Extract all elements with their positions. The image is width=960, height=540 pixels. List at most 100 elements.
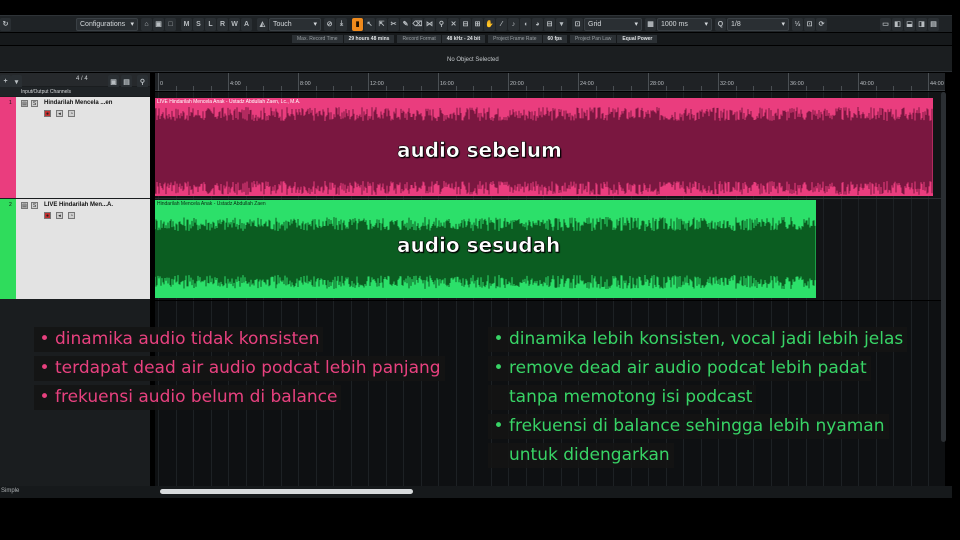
snap-type-dropdown[interactable]: Grid ▾ [584, 17, 642, 31]
glue-icon[interactable]: ⋈ [424, 17, 435, 31]
lower-zone-icon[interactable]: ⬓ [904, 17, 915, 31]
zoom-icon[interactable]: ⚲ [436, 17, 447, 31]
monitor-icon[interactable]: ▤ [21, 100, 28, 107]
speaker-icon[interactable]: ◖ [520, 17, 531, 31]
status-label: Record Format [397, 35, 441, 43]
snap-icon[interactable]: ⊟ [544, 17, 555, 31]
ruler-minor-tick [893, 86, 894, 91]
chevron-down-icon[interactable]: ▾ [556, 17, 567, 31]
range-selection-icon[interactable]: ⇱ [376, 17, 387, 31]
track-audio-before[interactable]: 1 ▤ S Hindarilah Mencela ...en ● ◂ ◔ [0, 97, 150, 198]
ruler-label: 0 [160, 81, 164, 87]
monitor-speaker-icon[interactable]: ◂ [56, 110, 63, 117]
erase-icon[interactable]: ⌫ [412, 17, 423, 31]
toolbar-s-button[interactable]: S [193, 17, 204, 31]
note-text: untuk didengarkan [509, 445, 670, 465]
rack-icon[interactable]: ▤ [928, 17, 939, 31]
io-channels-folder[interactable]: Input/Output Channels [0, 87, 150, 96]
window-icon[interactable]: ▣ [153, 17, 164, 31]
toolbar-w-button[interactable]: W [229, 17, 240, 31]
ruler-label: 24:00 [580, 81, 594, 87]
ruler-label: 32:00 [720, 81, 734, 87]
snap-toggle-icon[interactable]: ⊡ [572, 17, 583, 31]
left-zone-icon[interactable]: ◧ [892, 17, 903, 31]
ruler-minor-tick [700, 86, 702, 91]
ruler-label: 12:00 [370, 81, 384, 87]
ruler-minor-tick [210, 86, 212, 91]
ruler-minor-tick [683, 86, 684, 91]
ruler-minor-tick [823, 86, 824, 91]
comp-icon[interactable]: ⊟ [460, 17, 471, 31]
automation-mode-label: Touch [273, 20, 292, 28]
solo-icon[interactable]: S [31, 100, 38, 107]
note-text: frekuensi audio belum di balance [55, 387, 338, 407]
quantize-icon[interactable]: Q [715, 17, 726, 31]
status-label: Max. Record Time [292, 35, 343, 43]
info-line: No Object Selected [0, 46, 952, 72]
color-palette-icon[interactable]: ◕ [532, 17, 543, 31]
toolbar-a-button[interactable]: A [241, 17, 252, 31]
draw-icon[interactable]: ✎ [400, 17, 411, 31]
note-item: • terdapat dead air audio podcat lebih pa… [34, 356, 445, 381]
loop-icon[interactable]: ↻ [0, 17, 11, 31]
track-list: + ▾ 4 / 4 ▣ ▤ ⚲ Input/Output Channels 1 … [0, 73, 150, 498]
automation-mode-dropdown[interactable]: Touch ▾ [269, 17, 321, 31]
ruler-label: 8:00 [300, 81, 311, 87]
record-enable-button[interactable]: ● [44, 212, 51, 219]
timeline-ruler[interactable]: 0 4:00 8:00 12:00 16:00 20:00 24:00 28:00 32:00 3… [155, 73, 945, 91]
record-enable-button[interactable]: ● [44, 110, 51, 117]
play-tool-icon[interactable]: ♪ [508, 17, 519, 31]
ruler-tick [228, 73, 229, 91]
automation-icon[interactable]: ◭ [257, 17, 268, 31]
horizontal-scrollbar[interactable] [160, 489, 413, 494]
quantize-apply-icon[interactable]: ⅓ [792, 17, 803, 31]
split-icon[interactable]: ✂ [388, 17, 399, 31]
iterative-icon[interactable]: ⊡ [804, 17, 815, 31]
right-zone-icon[interactable]: ◨ [916, 17, 927, 31]
status-value: 48 kHz - 24 bit [441, 35, 486, 43]
event-display[interactable]: LIVE Hindarilah Mencela Anak - Ustadz Ab… [155, 92, 945, 300]
note-item: • frekuensi di balance sehingga lebih nya… [488, 414, 889, 439]
track-list-header: + ▾ 4 / 4 ▣ ▤ ⚲ [0, 73, 150, 88]
track-name: LIVE Hindarilah Men...A. [44, 202, 114, 208]
hand-icon[interactable]: ✋ [484, 17, 495, 31]
toolbar-l-button[interactable]: L [205, 17, 216, 31]
configurations-dropdown[interactable]: Configurations ▾ [76, 17, 138, 31]
auto-scroll-icon[interactable]: ⊘ [324, 17, 335, 31]
monitor-speaker-icon[interactable]: ◂ [56, 212, 63, 219]
ruler-tick [718, 73, 719, 91]
object-selection-icon[interactable]: ↖ [364, 17, 375, 31]
square-icon[interactable]: □ [165, 17, 176, 31]
ruler-label: 4:00 [230, 81, 241, 87]
toolbar-m-button[interactable]: M [181, 17, 192, 31]
monitor-icon[interactable]: ▤ [21, 202, 28, 209]
io-channels-label: Input/Output Channels [21, 89, 72, 95]
clip-overlay-label-after: audio sesudah [397, 233, 561, 258]
read-icon[interactable]: ◔ [68, 110, 75, 117]
reset-icon[interactable]: ⟳ [816, 17, 827, 31]
grid-icon[interactable]: ▦ [645, 17, 656, 31]
ruler-minor-tick [735, 86, 737, 91]
notes-before: • dinamika audio tidak konsisten • terdapat… [34, 327, 445, 414]
vertical-scrollbar[interactable] [941, 92, 946, 442]
quantize-label: 1000 ms [661, 20, 688, 28]
quantize-dropdown[interactable]: 1000 ms ▾ [657, 17, 712, 31]
color-icon[interactable]: ▮ [352, 17, 363, 31]
mute-icon[interactable]: ✕ [448, 17, 459, 31]
home-icon[interactable]: ⌂ [141, 17, 152, 31]
track-audio-after[interactable]: 2 ▤ S LIVE Hindarilah Men...A. ● ◂ ◔ [0, 199, 150, 299]
layout-icon[interactable]: ▭ [880, 17, 891, 31]
preset-label[interactable]: Simple [1, 488, 19, 494]
time-warp-icon[interactable]: ⊞ [472, 17, 483, 31]
clip-title: LIVE Hindarilah Mencela Anak - Ustadz Ab… [157, 99, 301, 105]
suspend-icon[interactable]: ⤓ [336, 17, 347, 31]
ruler-label: 40:00 [860, 81, 874, 87]
read-icon[interactable]: ◔ [68, 212, 75, 219]
grid-value-dropdown[interactable]: 1/8 ▾ [727, 17, 789, 31]
line-icon[interactable]: ⁄ [496, 17, 507, 31]
toolbar-r-button[interactable]: R [217, 17, 228, 31]
ruler-tick [928, 73, 929, 91]
note-text: frekuensi di balance sehingga lebih nyam… [509, 416, 885, 436]
solo-icon[interactable]: S [31, 202, 38, 209]
grid-line [928, 301, 929, 486]
